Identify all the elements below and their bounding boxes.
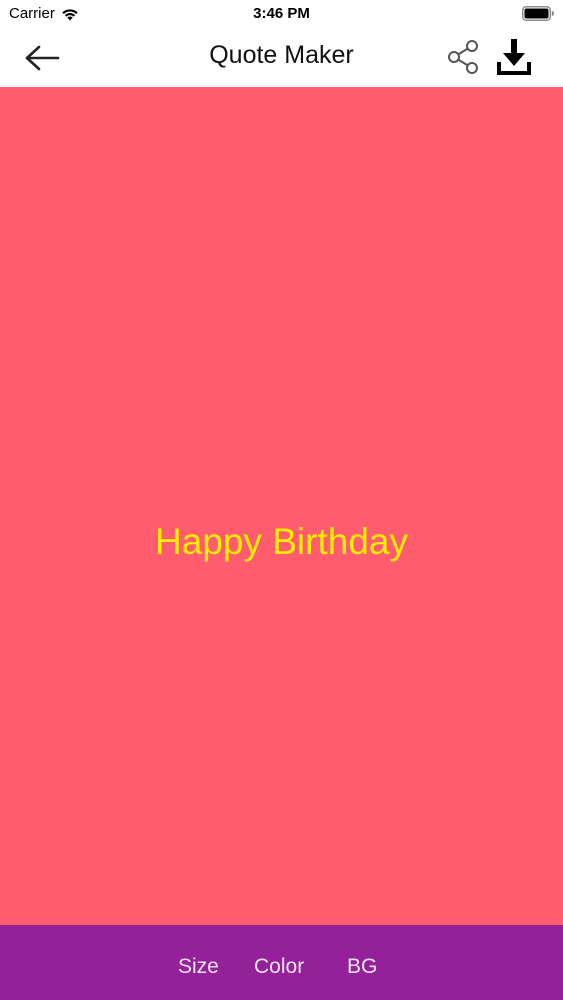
background-button[interactable]: BG	[347, 955, 377, 979]
editor-toolbar: Size Color BG	[0, 925, 563, 1000]
status-bar: Carrier 3:46 PM	[0, 0, 563, 30]
quote-maker-screen: Carrier 3:46 PM Quote Maker Happy Birthd…	[0, 0, 563, 1000]
size-button[interactable]: Size	[178, 955, 219, 979]
status-time: 3:46 PM	[253, 5, 310, 22]
quote-text[interactable]: Happy Birthday	[155, 521, 408, 563]
navigation-bar: Quote Maker	[0, 30, 563, 87]
download-button[interactable]	[494, 37, 534, 77]
share-icon	[448, 40, 478, 74]
download-icon	[497, 39, 531, 75]
color-button[interactable]: Color	[254, 955, 304, 979]
share-button[interactable]	[444, 38, 482, 76]
battery-icon	[522, 6, 554, 21]
quote-canvas[interactable]: Happy Birthday	[0, 87, 563, 925]
